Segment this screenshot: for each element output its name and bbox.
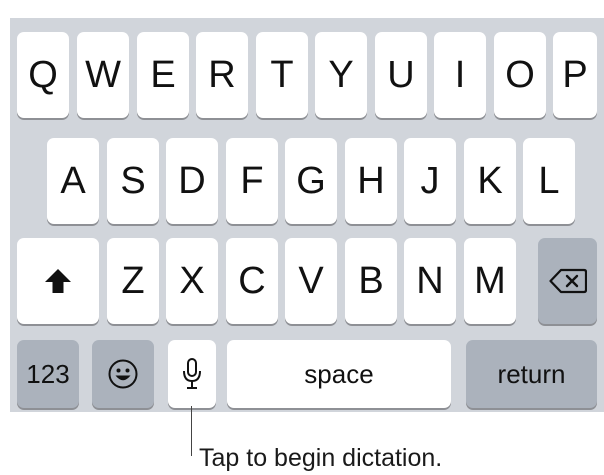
key-w[interactable]: W bbox=[77, 32, 129, 118]
key-y[interactable]: Y bbox=[315, 32, 367, 118]
backspace-icon bbox=[548, 268, 587, 294]
delete-key[interactable] bbox=[538, 238, 597, 324]
key-l[interactable]: L bbox=[523, 138, 575, 224]
shift-key[interactable] bbox=[17, 238, 99, 324]
key-u[interactable]: U bbox=[375, 32, 427, 118]
key-f[interactable]: F bbox=[226, 138, 278, 224]
microphone-icon bbox=[181, 357, 203, 391]
numbers-key[interactable]: 123 bbox=[17, 340, 79, 408]
key-q[interactable]: Q bbox=[17, 32, 69, 118]
key-n[interactable]: N bbox=[404, 238, 456, 324]
key-z[interactable]: Z bbox=[107, 238, 159, 324]
callout-line bbox=[191, 406, 192, 456]
key-j[interactable]: J bbox=[404, 138, 456, 224]
emoji-icon bbox=[107, 358, 139, 390]
key-h[interactable]: H bbox=[345, 138, 397, 224]
dictation-caption: Tap to begin dictation. bbox=[199, 444, 443, 472]
key-s[interactable]: S bbox=[107, 138, 159, 224]
key-d[interactable]: D bbox=[166, 138, 218, 224]
key-a[interactable]: A bbox=[47, 138, 99, 224]
key-x[interactable]: X bbox=[166, 238, 218, 324]
keyboard: Q W E R T Y U I O P A S D F G H J K L Z … bbox=[10, 18, 604, 412]
emoji-key[interactable] bbox=[92, 340, 154, 408]
key-p[interactable]: P bbox=[553, 32, 597, 118]
key-o[interactable]: O bbox=[494, 32, 546, 118]
space-key[interactable]: space bbox=[227, 340, 451, 408]
return-key[interactable]: return bbox=[466, 340, 597, 408]
key-k[interactable]: K bbox=[464, 138, 516, 224]
key-m[interactable]: M bbox=[464, 238, 516, 324]
key-g[interactable]: G bbox=[285, 138, 337, 224]
key-v[interactable]: V bbox=[285, 238, 337, 324]
key-r[interactable]: R bbox=[196, 32, 248, 118]
key-c[interactable]: C bbox=[226, 238, 278, 324]
key-b[interactable]: B bbox=[345, 238, 397, 324]
key-i[interactable]: I bbox=[434, 32, 486, 118]
shift-arrow-icon bbox=[44, 268, 72, 294]
key-t[interactable]: T bbox=[256, 32, 308, 118]
dictation-key[interactable] bbox=[168, 340, 216, 408]
key-e[interactable]: E bbox=[137, 32, 189, 118]
